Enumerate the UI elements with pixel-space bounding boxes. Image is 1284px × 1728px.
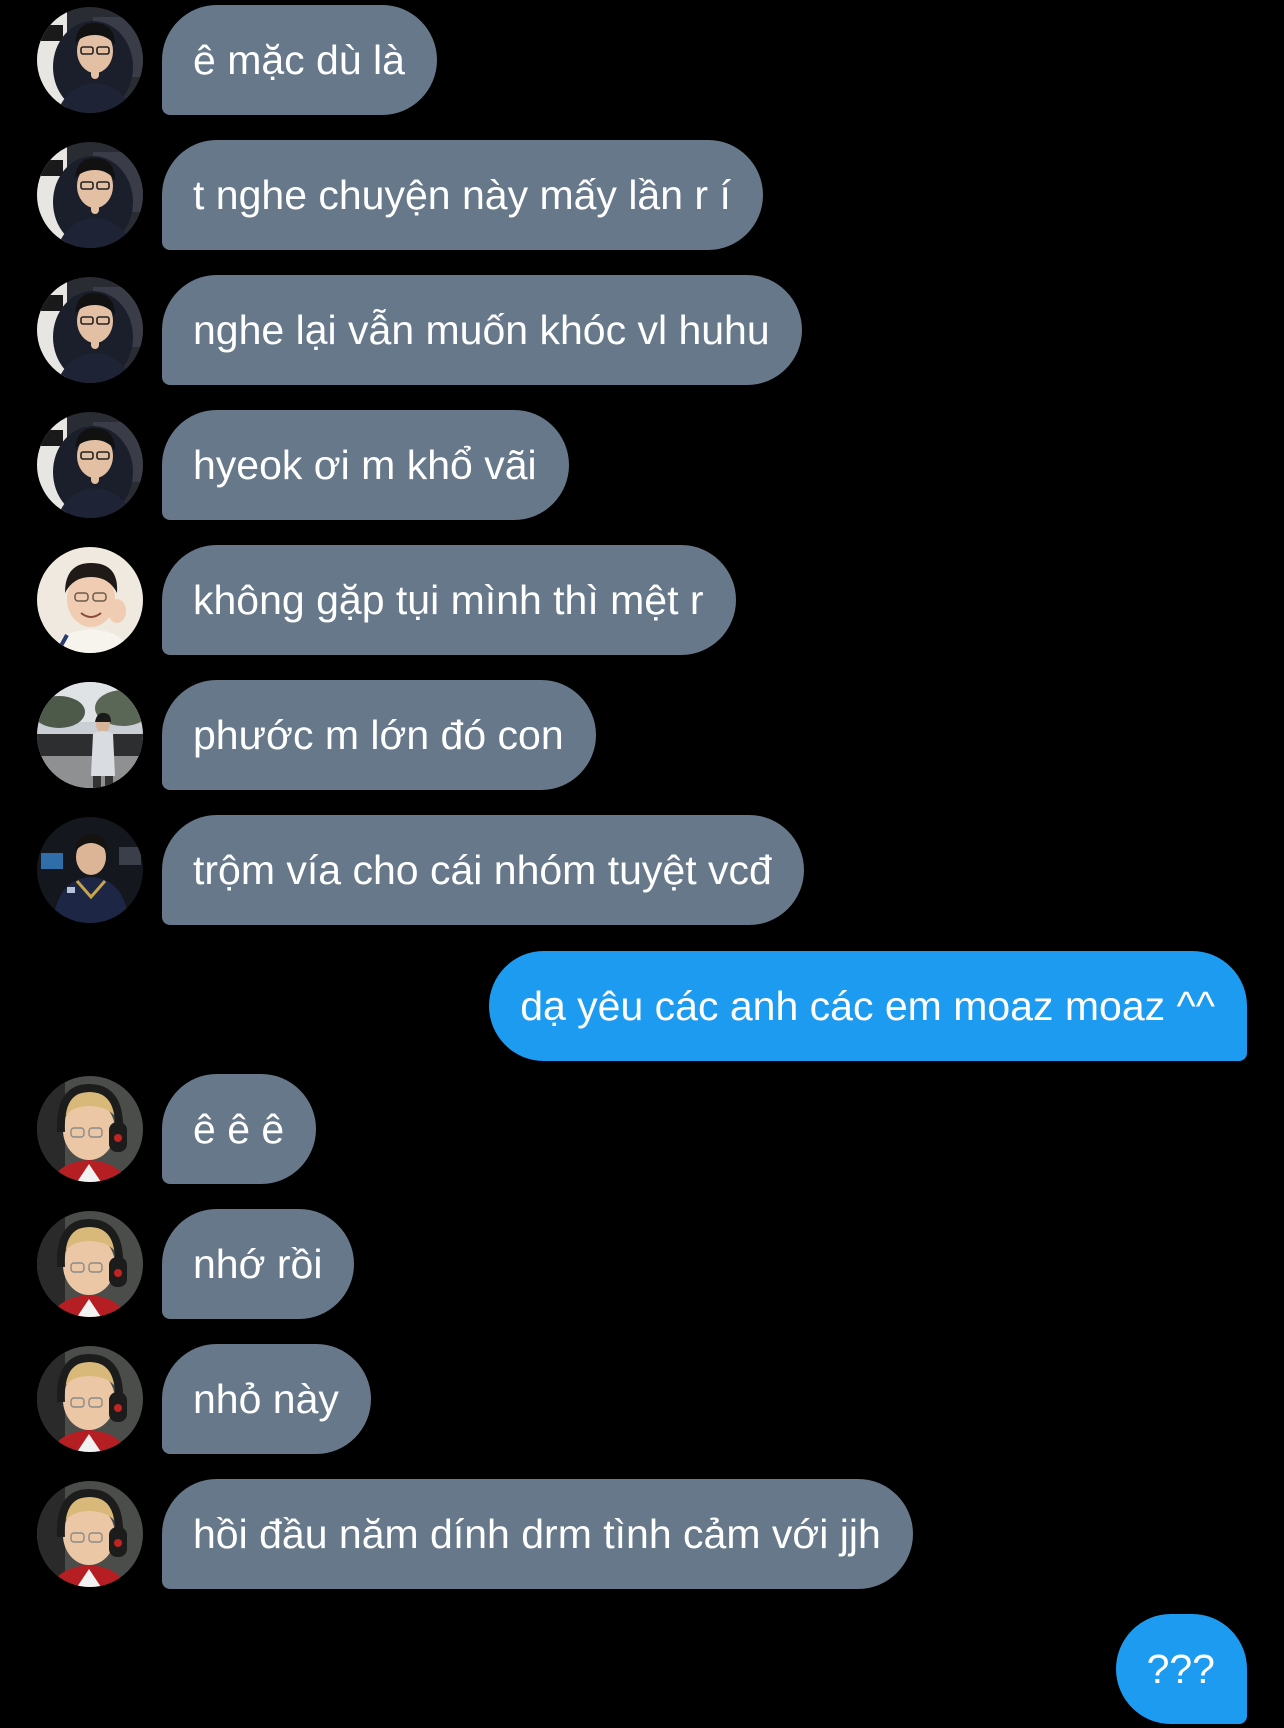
user-e-avatar[interactable]	[37, 1346, 143, 1452]
outgoing-message-bubble[interactable]: ???	[1115, 1614, 1247, 1724]
incoming-message-bubble[interactable]: nhớ rồi	[162, 1209, 355, 1319]
user-a-avatar[interactable]	[37, 412, 143, 518]
user-e-avatar[interactable]	[37, 1076, 143, 1182]
incoming-message-bubble[interactable]: hyeok ơi m khổ vãi	[162, 410, 569, 520]
incoming-message-bubble[interactable]: phước m lớn đó con	[162, 680, 596, 790]
message-row: trộm vía cho cái nhóm tuyệt vcđ	[0, 815, 1284, 925]
message-row: t nghe chuyện này mấy lần r í	[0, 140, 1284, 250]
incoming-message-bubble[interactable]: hồi đầu năm dính drm tình cảm với jjh	[162, 1479, 913, 1589]
incoming-message-bubble[interactable]: nhỏ này	[162, 1344, 371, 1454]
incoming-message-bubble[interactable]: nghe lại vẫn muốn khóc vl huhu	[162, 275, 802, 385]
user-e-avatar[interactable]	[37, 1211, 143, 1317]
message-row: nhớ rồi	[0, 1209, 1284, 1319]
message-row: phước m lớn đó con	[0, 680, 1284, 790]
user-a-avatar[interactable]	[37, 142, 143, 248]
message-row: không gặp tụi mình thì mệt r	[0, 545, 1284, 655]
message-row: ê mặc dù là	[0, 5, 1284, 115]
incoming-message-bubble[interactable]: t nghe chuyện này mấy lần r í	[162, 140, 763, 250]
message-row: ???	[0, 1614, 1284, 1724]
message-row: ê ê ê	[0, 1074, 1284, 1184]
message-thread: ê mặc dù là t nghe chuyện này mấy lần r …	[0, 0, 1284, 1728]
message-row: dạ yêu các anh các em moaz moaz ^^	[0, 951, 1284, 1061]
incoming-message-bubble[interactable]: không gặp tụi mình thì mệt r	[162, 545, 736, 655]
incoming-message-bubble[interactable]: ê ê ê	[162, 1074, 317, 1184]
message-row: hồi đầu năm dính drm tình cảm với jjh	[0, 1479, 1284, 1589]
incoming-message-bubble[interactable]: ê mặc dù là	[162, 5, 437, 115]
user-e-avatar[interactable]	[37, 1481, 143, 1587]
incoming-message-bubble[interactable]: trộm vía cho cái nhóm tuyệt vcđ	[162, 815, 804, 925]
user-a-avatar[interactable]	[37, 277, 143, 383]
user-b-avatar[interactable]	[37, 547, 143, 653]
user-c-avatar[interactable]	[37, 682, 143, 788]
user-d-avatar[interactable]	[37, 817, 143, 923]
user-a-avatar[interactable]	[37, 7, 143, 113]
outgoing-message-bubble[interactable]: dạ yêu các anh các em moaz moaz ^^	[489, 951, 1247, 1061]
message-row: nghe lại vẫn muốn khóc vl huhu	[0, 275, 1284, 385]
message-row: nhỏ này	[0, 1344, 1284, 1454]
message-row: hyeok ơi m khổ vãi	[0, 410, 1284, 520]
